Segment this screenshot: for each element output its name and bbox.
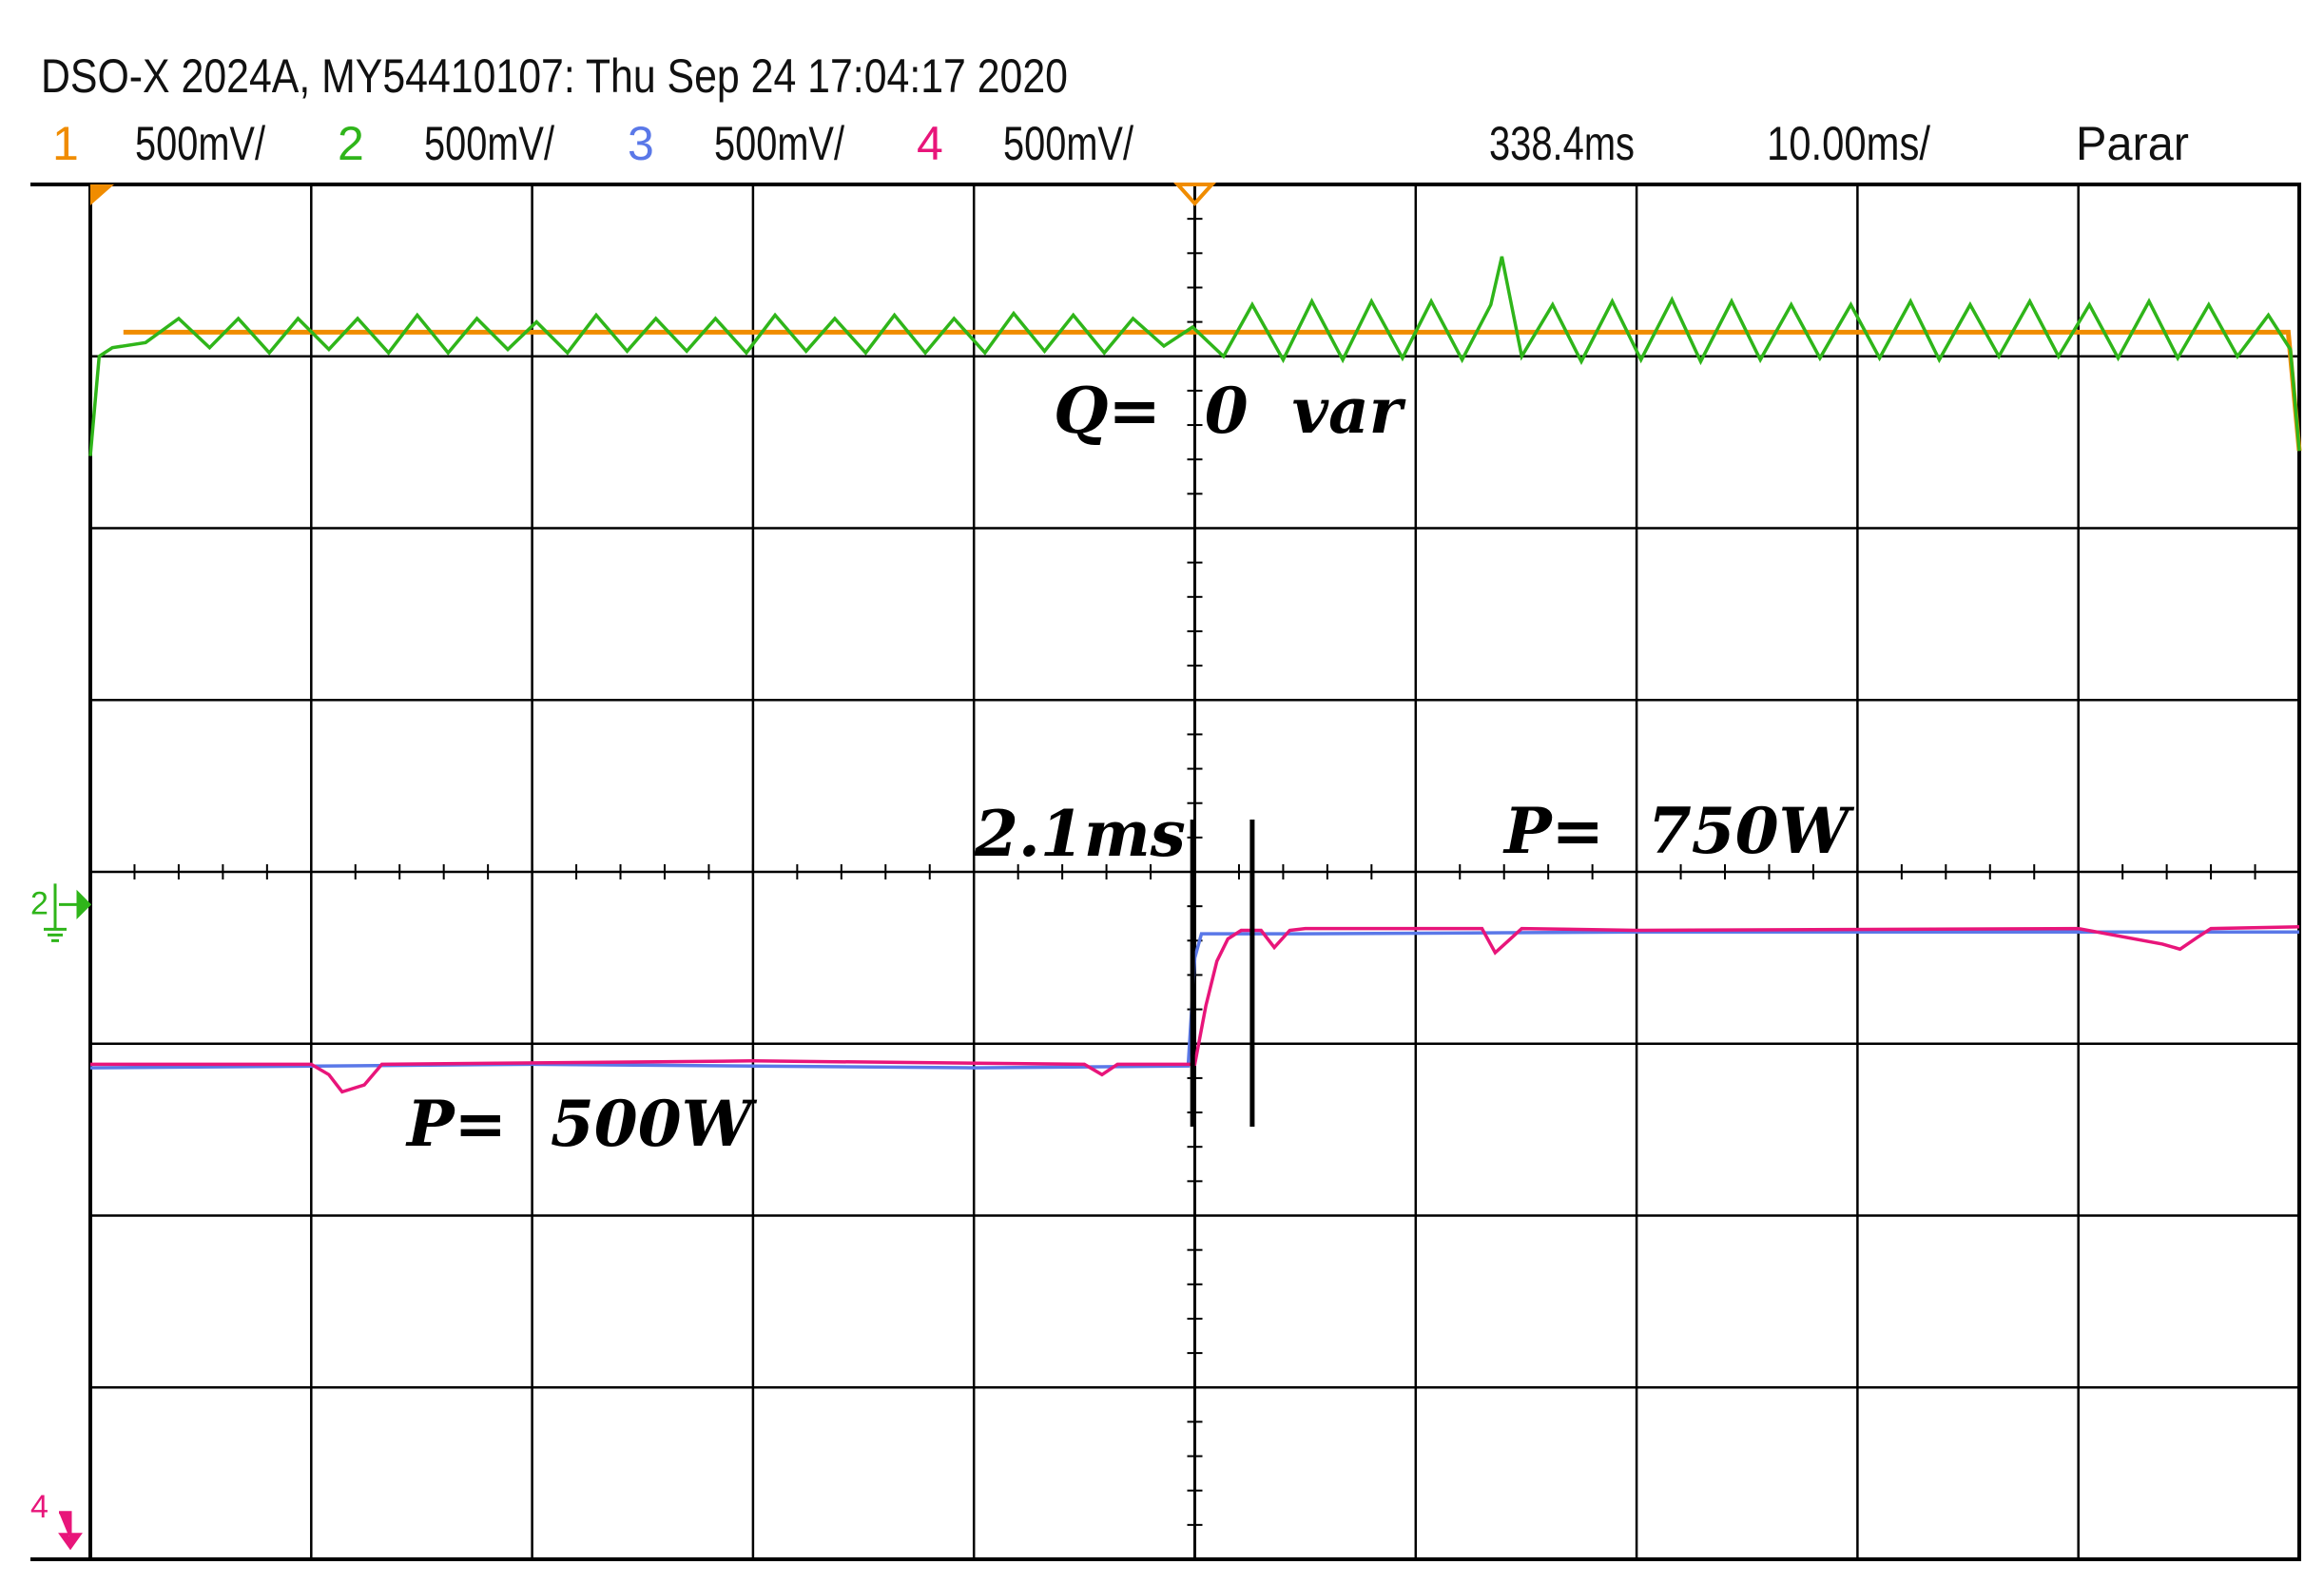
trigger-delay: 338.4ms <box>1489 117 1635 170</box>
trigger-position-marker-icon <box>90 184 114 205</box>
ch2-number: 2 <box>338 117 364 170</box>
ch3-scale: 500mV/ <box>714 117 844 170</box>
timebase: 10.00ms/ <box>1767 117 1930 170</box>
ground-marker-label: 4 <box>30 1489 48 1525</box>
ground-marker-icon <box>58 1511 83 1551</box>
annotation-p-after: P= 750W <box>1502 794 1855 868</box>
annotation-q: Q= 0 var <box>1054 374 1406 448</box>
ch2-scale: 500mV/ <box>424 117 554 170</box>
header: DSO-X 2024A, MY54410107: Thu Sep 24 17:0… <box>41 49 2189 170</box>
ground-marker-label: 2 <box>30 885 48 921</box>
ground-marker-icon <box>44 883 92 942</box>
oscilloscope-screen: DSO-X 2024A, MY54410107: Thu Sep 24 17:0… <box>30 49 2302 1561</box>
ch1-scale: 500mV/ <box>135 117 265 170</box>
annotation-p-before: P= 500W <box>405 1087 758 1161</box>
ch1-number: 1 <box>52 117 79 170</box>
ch3-number: 3 <box>628 117 654 170</box>
ch4-scale: 500mV/ <box>1003 117 1133 170</box>
run-state: Parar <box>2076 117 2189 170</box>
header-title: DSO-X 2024A, MY54410107: Thu Sep 24 17:0… <box>41 49 1068 103</box>
annotation-delay: 2.1ms <box>974 797 1186 871</box>
ch4-number: 4 <box>917 117 943 170</box>
